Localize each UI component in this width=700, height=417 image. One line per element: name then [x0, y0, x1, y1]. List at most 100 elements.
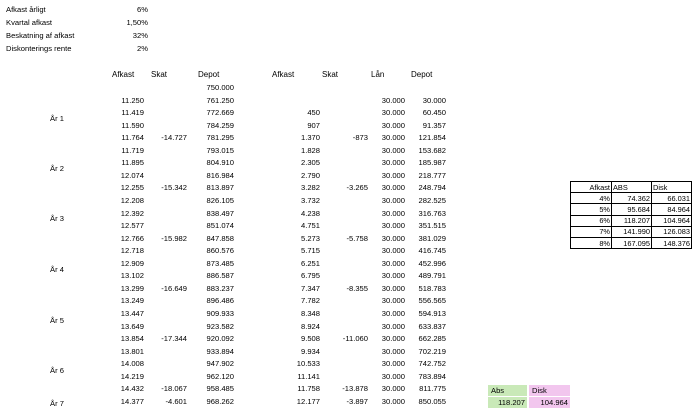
year-label: År 4 [50, 265, 64, 274]
table-cell[interactable]: 167.095 [611, 236, 652, 250]
cell-depot-2[interactable]: 121.854 [386, 133, 446, 142]
param-label: Beskatning af afkast [6, 31, 75, 40]
cell-depot[interactable]: 838.497 [174, 209, 234, 218]
param-value: 2% [137, 44, 148, 53]
cell-depot-2[interactable]: 416.745 [386, 246, 446, 255]
cell-depot[interactable]: 847.858 [174, 234, 234, 243]
cell-depot[interactable]: 933.894 [174, 347, 234, 356]
cell-depot-2[interactable]: 518.783 [386, 284, 446, 293]
cell-depot[interactable]: 851.074 [174, 221, 234, 230]
param-value: 1,50% [126, 18, 148, 27]
year-label: År 7 [50, 399, 64, 408]
cell-depot[interactable]: 958.485 [174, 384, 234, 393]
cell-depot[interactable]: 883.237 [174, 284, 234, 293]
table-cell[interactable]: 8% [570, 236, 612, 250]
table-row: 6% 118.207 104.964 [570, 214, 692, 227]
param-label: Diskonterings rente [6, 44, 72, 53]
table-header: Afkast [570, 180, 612, 194]
table-cell[interactable]: 148.376 [651, 236, 692, 250]
cell-depot-2[interactable]: 452.996 [386, 259, 446, 268]
year-label: År 6 [50, 366, 64, 375]
table-cell[interactable]: 74.362 [611, 192, 652, 205]
cell-depot[interactable]: 816.984 [174, 171, 234, 180]
year-label: År 2 [50, 164, 64, 173]
header-laan: Lån [371, 70, 385, 79]
table-cell[interactable]: 126.083 [651, 225, 692, 238]
cell-depot[interactable]: 886.587 [174, 271, 234, 280]
cell-depot[interactable]: 793.015 [174, 146, 234, 155]
cell-depot[interactable]: 761.250 [174, 96, 234, 105]
cell-depot-2[interactable]: 811.775 [386, 384, 446, 393]
cell-depot[interactable]: 968.262 [174, 397, 234, 406]
cell-depot-2[interactable]: 218.777 [386, 171, 446, 180]
disk-label: Disk [532, 386, 547, 395]
cell-depot[interactable]: 909.933 [174, 309, 234, 318]
disk-value: 104.964 [540, 398, 568, 407]
param-value: 32% [132, 31, 148, 40]
table-cell[interactable]: 141.990 [611, 225, 652, 238]
param-label: Kvartal afkast [6, 18, 53, 27]
cell-depot[interactable]: 920.092 [174, 334, 234, 343]
cell-depot-2[interactable]: 662.285 [386, 334, 446, 343]
param-label: Afkast årligt [6, 5, 46, 14]
cell-depot-2[interactable]: 556.565 [386, 296, 446, 305]
cell-depot[interactable]: 962.120 [174, 372, 234, 381]
cell-depot-2[interactable]: 30.000 [386, 96, 446, 105]
cell-depot-2[interactable]: 185.987 [386, 158, 446, 167]
cell-depot-2[interactable]: 60.450 [386, 108, 446, 117]
cell-depot[interactable]: 784.259 [174, 121, 234, 130]
cell-depot[interactable]: 781.295 [174, 133, 234, 142]
table-cell[interactable]: 84.964 [651, 203, 692, 216]
table-header-row: Afkast ABS Disk [570, 180, 692, 194]
cell-depot-2[interactable]: 783.894 [386, 372, 446, 381]
table-cell[interactable]: 66.031 [651, 192, 692, 205]
cell-depot[interactable]: 826.105 [174, 196, 234, 205]
param-value: 6% [137, 5, 148, 14]
cell-depot[interactable]: 923.582 [174, 322, 234, 331]
table-header: Disk [651, 180, 692, 194]
table-row: 8% 167.095 148.376 [570, 236, 692, 250]
cell-depot-2[interactable]: 850.055 [386, 397, 446, 406]
cell-depot-2[interactable]: 248.794 [386, 183, 446, 192]
table-cell[interactable]: 5% [570, 203, 612, 216]
year-label: År 3 [50, 214, 64, 223]
cell-depot-2[interactable]: 316.763 [386, 209, 446, 218]
cell-depot-2[interactable]: 381.029 [386, 234, 446, 243]
cell-depot-2[interactable]: 594.913 [386, 309, 446, 318]
year-label: År 1 [50, 114, 64, 123]
header-afkast-2: Afkast [272, 70, 295, 79]
header-depot-2: Depot [411, 70, 433, 79]
header-skat-2: Skat [322, 70, 339, 79]
abs-value: 118.207 [498, 398, 525, 407]
cell-depot-2[interactable]: 91.357 [386, 121, 446, 130]
sensitivity-table: Afkast ABS Disk 4% 74.362 66.031 5% 95.6… [570, 180, 692, 250]
table-cell[interactable]: 7% [570, 225, 612, 238]
table-cell[interactable]: 104.964 [651, 214, 692, 227]
cell-depot-2[interactable]: 742.752 [386, 359, 446, 368]
cell-depot[interactable]: 772.669 [174, 108, 234, 117]
cell-depot-2[interactable]: 702.219 [386, 347, 446, 356]
table-cell[interactable]: 4% [570, 192, 612, 205]
abs-label: Abs [491, 386, 505, 395]
cell-depot[interactable]: 813.897 [174, 183, 234, 192]
cell-depot[interactable]: 860.576 [174, 246, 234, 255]
cell-depot[interactable]: 896.486 [174, 296, 234, 305]
table-cell[interactable]: 95.684 [611, 203, 652, 216]
cell-depot[interactable]: 804.910 [174, 158, 234, 167]
table-cell[interactable]: 6% [570, 214, 612, 227]
header-skat: Skat [151, 70, 168, 79]
cell-depot[interactable]: 873.485 [174, 259, 234, 268]
cell-depot[interactable]: 947.902 [174, 359, 234, 368]
cell-depot-2[interactable]: 282.525 [386, 196, 446, 205]
table-cell[interactable]: 118.207 [611, 214, 652, 227]
table-row: 7% 141.990 126.083 [570, 225, 692, 238]
year-label: År 5 [50, 316, 64, 325]
cell-depot[interactable]: 750.000 [174, 83, 234, 92]
cell-depot-2[interactable]: 153.682 [386, 146, 446, 155]
table-header: ABS [611, 180, 652, 194]
cell-depot-2[interactable]: 351.515 [386, 221, 446, 230]
cell-depot-2[interactable]: 489.791 [386, 271, 446, 280]
cell-depot-2[interactable] [386, 83, 446, 92]
cell-depot-2[interactable]: 633.837 [386, 322, 446, 331]
table-row: 4% 74.362 66.031 [570, 192, 692, 205]
